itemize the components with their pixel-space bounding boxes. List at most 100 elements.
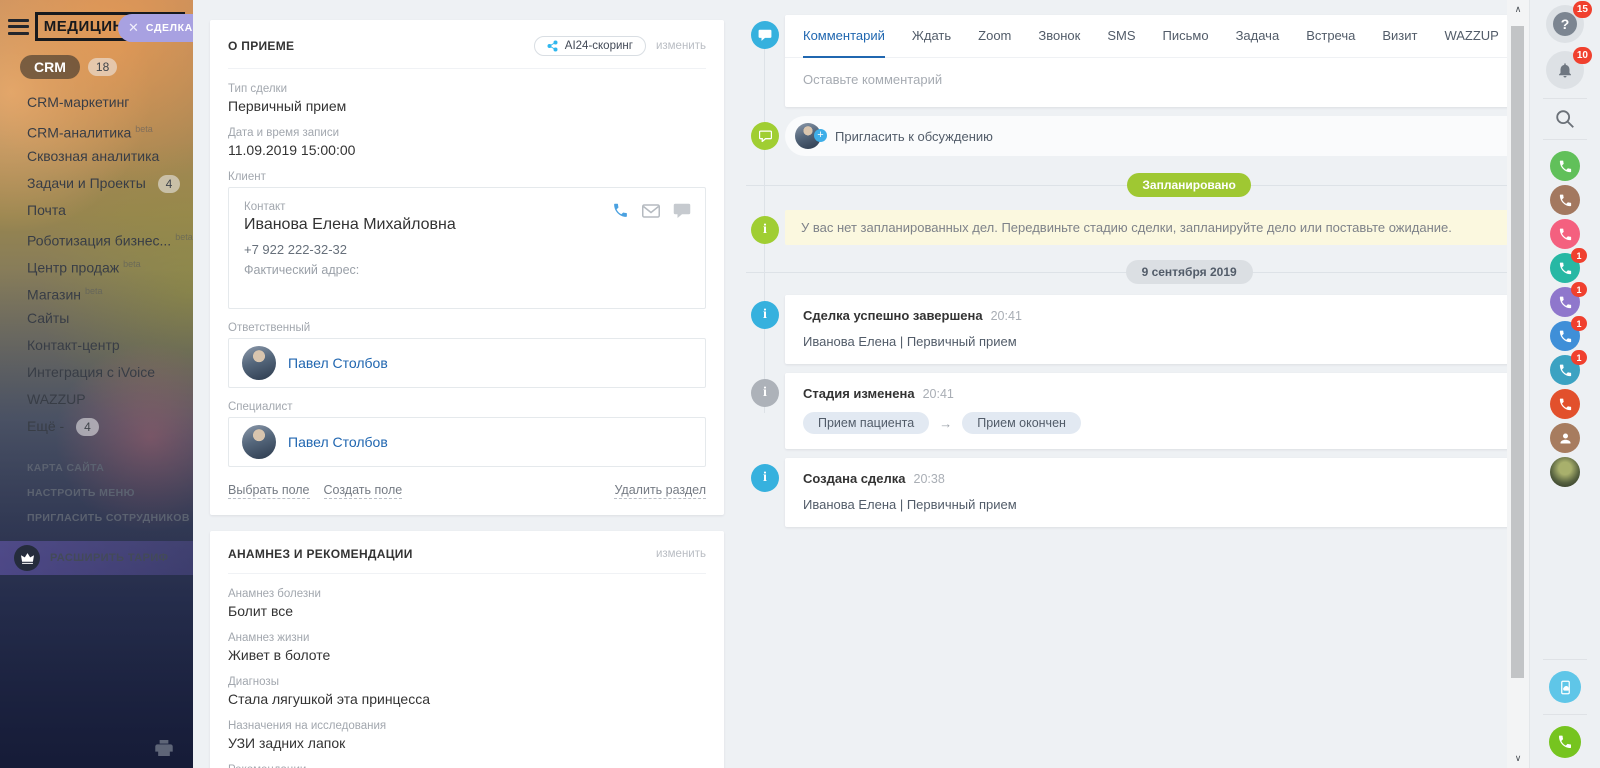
ai-scoring-icon — [547, 40, 559, 52]
sidebar-item-rpa[interactable]: Роботизация бизнес...beta — [20, 224, 193, 251]
activity-composer: Комментарий Ждать Zoom Звонок SMS Письмо… — [785, 15, 1507, 107]
field-deal-type: Тип сделки Первичный прием — [228, 83, 706, 114]
sidebar-footer: КАРТА САЙТА НАСТРОИТЬ МЕНЮ ПРИГЛАСИТЬ СО… — [0, 440, 193, 531]
timeline-entry-card[interactable]: Создана сделка 20:38 Иванова Елена | Пер… — [785, 458, 1507, 527]
slider-tab-deal[interactable]: ✕ СДЕЛКА — [118, 14, 193, 42]
contact-phone[interactable]: +7 922 222-32-32 — [244, 242, 690, 257]
vertical-scrollbar[interactable]: ∧ ∨ — [1507, 0, 1529, 768]
counter-badge: 4 — [158, 175, 181, 193]
call-app-icon[interactable] — [1550, 149, 1580, 183]
timeline-column: Комментарий Ждать Zoom Звонок SMS Письмо… — [740, 0, 1507, 768]
sidebar-item-end-to-end-analytics[interactable]: Сквозная аналитика — [20, 143, 193, 170]
tab-zoom[interactable]: Zoom — [978, 15, 1011, 58]
sidebar-item-store[interactable]: Магазинbeta — [20, 278, 193, 305]
scrollbar-thumb[interactable] — [1511, 26, 1524, 678]
edit-link[interactable]: изменить — [656, 548, 706, 560]
entry-title[interactable]: Сделка успешно завершена — [803, 308, 983, 323]
printer-icon[interactable] — [155, 740, 173, 756]
tab-task[interactable]: Задача — [1236, 15, 1280, 58]
date-pill[interactable]: 9 сентября 2019 — [1126, 260, 1253, 284]
avatar — [242, 346, 276, 380]
info-icon: i — [751, 379, 779, 407]
timeline-entry: i Создана сделка 20:38 Иванова Елена | П… — [740, 458, 1507, 527]
call-app-icon[interactable] — [1550, 183, 1580, 217]
stage-to-pill: Прием окончен — [962, 412, 1081, 434]
upgrade-plan-button[interactable]: РАСШИРИТЬ ТАРИФ — [0, 541, 193, 575]
hamburger-menu-icon[interactable] — [8, 19, 29, 35]
call-app-icon[interactable]: 1 — [1550, 251, 1580, 285]
contacts-app-icon[interactable] — [1550, 421, 1580, 455]
user-avatar[interactable] — [1550, 455, 1580, 489]
sidebar-item-sales-center[interactable]: Центр продажbeta — [20, 251, 193, 278]
call-app-icon[interactable] — [1550, 387, 1580, 421]
sidebar-item-mail[interactable]: Почта — [20, 197, 193, 224]
timeline-entry-card[interactable]: Сделка успешно завершена 20:41 Иванова Е… — [785, 295, 1507, 364]
tab-call[interactable]: Звонок — [1038, 15, 1080, 58]
select-field-link[interactable]: Выбрать поле — [228, 483, 310, 499]
entry-title[interactable]: Создана сделка — [803, 471, 906, 486]
tab-comment[interactable]: Комментарий — [803, 15, 885, 58]
delete-section-link[interactable]: Удалить раздел — [614, 483, 706, 499]
comment-bubble-icon — [751, 21, 779, 49]
tab-wazzup[interactable]: WAZZUP — [1444, 15, 1498, 58]
tab-meeting[interactable]: Встреча — [1306, 15, 1355, 58]
sidebar-nav: CRM 18 CRM-маркетинг CRM-аналитикаbeta С… — [0, 45, 193, 440]
sidebar-item-tasks-projects[interactable]: Задачи и Проекты 4 — [20, 170, 193, 197]
section-anamnesis: АНАМНЕЗ И РЕКОМЕНДАЦИИ изменить Анамнез … — [210, 531, 724, 768]
entry-title[interactable]: Стадия изменена — [803, 386, 915, 401]
arrow-icon: → — [939, 416, 952, 431]
close-icon[interactable]: ✕ — [128, 20, 139, 36]
email-icon[interactable] — [642, 204, 660, 218]
planned-badge: Запланировано — [1127, 173, 1251, 197]
edit-link[interactable]: изменить — [656, 40, 706, 52]
field-responsible: Ответственный Павел Столбов — [228, 322, 706, 388]
call-icon[interactable] — [612, 202, 629, 219]
right-toolbar: ? 15 10 1 1 1 1 — [1529, 0, 1600, 768]
sidebar-item-configure-menu[interactable]: НАСТРОИТЬ МЕНЮ — [27, 481, 193, 506]
search-button[interactable] — [1554, 108, 1576, 130]
notification-badge: 15 — [1573, 1, 1592, 18]
bell-icon — [1556, 61, 1574, 79]
mobile-app-button[interactable] — [1549, 669, 1581, 705]
timeline-entry: i Сделка успешно завершена 20:41 Иванова… — [740, 295, 1507, 364]
call-app-icon[interactable]: 1 — [1550, 285, 1580, 319]
call-button[interactable] — [1549, 724, 1581, 760]
tab-visit[interactable]: Визит — [1382, 15, 1417, 58]
call-app-icon[interactable]: 1 — [1550, 319, 1580, 353]
chat-icon[interactable] — [673, 203, 691, 218]
sidebar-item-crm[interactable]: CRM 18 — [20, 55, 193, 79]
scroll-up-arrow[interactable]: ∧ — [1507, 4, 1529, 15]
sidebar-item-sites[interactable]: Сайты — [20, 305, 193, 332]
info-icon: i — [751, 216, 779, 244]
comment-input[interactable]: Оставьте комментарий — [785, 58, 1507, 107]
tab-wait[interactable]: Ждать — [912, 15, 951, 58]
sidebar-item-more[interactable]: Ещё - 4 — [20, 413, 193, 440]
contact-address-label: Фактический адрес: — [244, 263, 690, 277]
avatar — [242, 425, 276, 459]
sidebar-item-crm-analytics[interactable]: CRM-аналитикаbeta — [20, 116, 193, 143]
timeline-entry-card[interactable]: Стадия изменена 20:41 Прием пациента → П… — [785, 373, 1507, 449]
tab-sms[interactable]: SMS — [1107, 15, 1135, 58]
specialist-name-link[interactable]: Павел Столбов — [288, 434, 388, 450]
notification-badge: 1 — [1571, 350, 1587, 365]
info-icon: i — [751, 301, 779, 329]
tab-email[interactable]: Письмо — [1163, 15, 1209, 58]
call-app-icon[interactable] — [1550, 217, 1580, 251]
scroll-down-arrow[interactable]: ∨ — [1507, 753, 1529, 764]
field-appointment-datetime: Дата и время записи 11.09.2019 15:00:00 — [228, 127, 706, 158]
help-icon: ? — [1553, 12, 1577, 36]
responsible-name-link[interactable]: Павел Столбов — [288, 355, 388, 371]
sidebar-item-sitemap[interactable]: КАРТА САЙТА — [27, 456, 193, 481]
sidebar-item-ivoice[interactable]: Интеграция с iVoice — [20, 359, 193, 386]
notifications-button[interactable]: 10 — [1546, 51, 1584, 89]
ai-scoring-button[interactable]: AI24-скоринг — [534, 36, 646, 56]
sidebar-item-contact-center[interactable]: Контакт-центр — [20, 332, 193, 359]
sidebar-item-crm-marketing[interactable]: CRM-маркетинг — [20, 89, 193, 116]
help-button[interactable]: ? 15 — [1546, 5, 1584, 43]
call-app-icon[interactable]: 1 — [1550, 353, 1580, 387]
create-field-link[interactable]: Создать поле — [324, 483, 403, 499]
sidebar-item-invite-employees[interactable]: ПРИГЛАСИТЬ СОТРУДНИКОВ — [27, 506, 193, 531]
section-about-appointment: О ПРИЕМЕ AI24-скоринг изменить Тип сделк… — [210, 20, 724, 515]
invite-to-discussion-button[interactable]: + Пригласить к обсуждению — [785, 116, 1507, 156]
sidebar-item-wazzup[interactable]: WAZZUP — [20, 386, 193, 413]
